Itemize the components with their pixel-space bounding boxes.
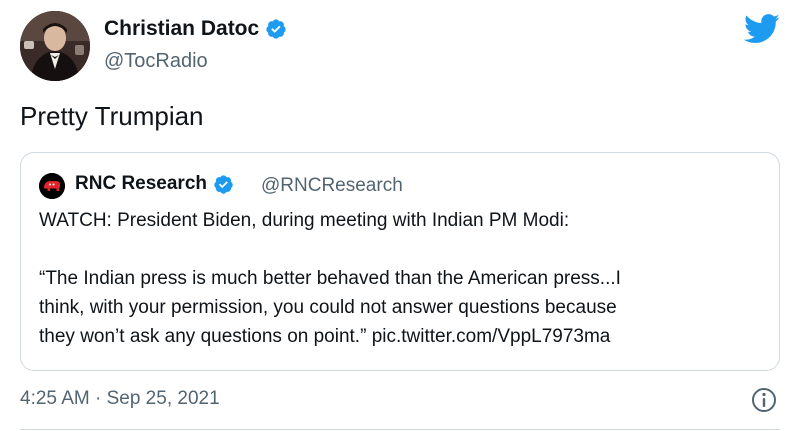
author-handle[interactable]: @TocRadio [104, 50, 208, 73]
quoted-text-line: WATCH: President Biden, during meeting w… [39, 210, 570, 231]
verified-badge-icon [214, 174, 233, 194]
twitter-bird-icon[interactable] [744, 14, 780, 44]
verified-badge-icon [266, 19, 286, 39]
author-name-text[interactable]: Christian Datoc [104, 17, 259, 41]
divider [20, 429, 780, 430]
quoted-text-line: they won’t ask any questions on point.” … [39, 326, 611, 347]
info-icon[interactable] [750, 386, 778, 414]
quoted-author-name[interactable]: RNC Research [75, 173, 234, 195]
author-avatar[interactable] [20, 11, 90, 81]
quoted-tweet-card[interactable]: RNC Research @RNCResearch WATCH: Preside… [20, 152, 780, 371]
quoted-author-handle[interactable]: @RNCResearch [261, 175, 403, 197]
quoted-text-line: think, with your permission, you could n… [39, 297, 617, 318]
quoted-author-avatar[interactable] [39, 173, 65, 199]
quoted-author-name-text[interactable]: RNC Research [75, 173, 207, 195]
author-name[interactable]: Christian Datoc [104, 17, 287, 41]
tweet-text: Pretty Trumpian [20, 101, 204, 131]
tweet-timestamp[interactable]: 4:25 AM · Sep 25, 2021 [20, 388, 220, 410]
quoted-text-line: “The Indian press is much better behaved… [39, 268, 621, 289]
rnc-elephant-logo-icon [39, 173, 65, 199]
avatar-photo [20, 11, 90, 81]
